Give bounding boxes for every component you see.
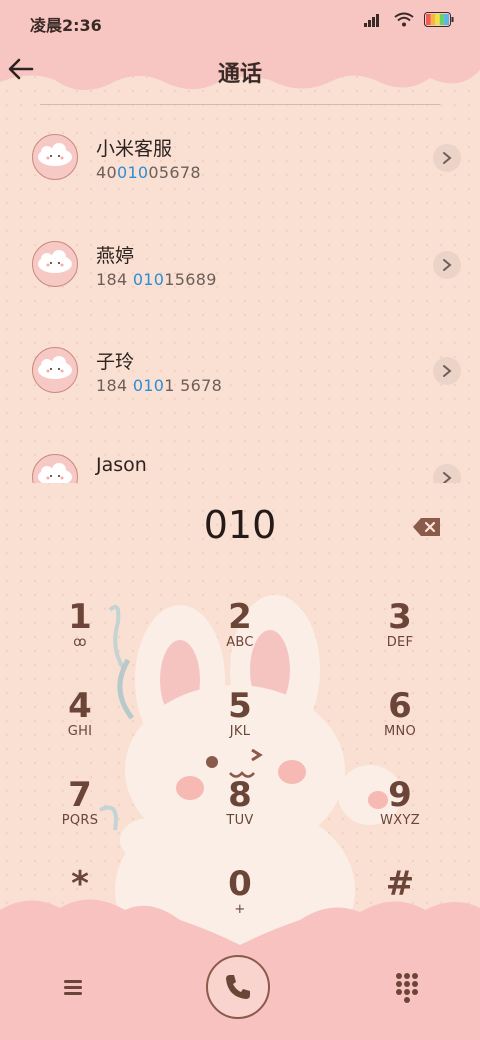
contact-number: 4001005678 [96,163,201,182]
page-title: 通话 [217,62,262,87]
chevron-right-icon[interactable] [433,464,461,483]
key-2[interactable]: 2 ABC [180,597,300,677]
menu-icon[interactable] [58,972,88,1002]
contact-item[interactable]: 小米客服 4001005678 [0,110,480,210]
key-8[interactable]: 8 TUV [180,775,300,855]
chevron-right-icon[interactable] [433,251,461,279]
key-1[interactable]: 1ꝏ [20,597,140,677]
phone-icon [226,975,250,999]
key-7[interactable]: 7 PQRS [20,775,140,855]
voicemail-icon: ꝏ [73,635,87,650]
contact-number: 184 01015689 [96,270,217,289]
header: 通话 [0,46,480,96]
dialpad-icon[interactable] [392,970,422,1004]
bottom-bar [0,950,480,1040]
backspace-icon[interactable] [412,516,442,538]
signal-icon [364,13,379,27]
chevron-right-icon[interactable] [433,357,461,385]
status-bar: 凌晨2:36 [0,0,480,44]
key-4[interactable]: 4 GHI [20,686,140,766]
wifi-icon [394,12,414,27]
key-5[interactable]: 5 JKL [180,686,300,766]
avatar [32,134,78,180]
contact-name: Jason [96,454,147,476]
contact-item[interactable]: 子玲 184 0101 5678 [0,323,480,423]
battery-icon [424,12,454,27]
contact-name: 燕婷 [96,245,135,267]
avatar [32,454,78,483]
chevron-right-icon[interactable] [433,144,461,172]
contact-name: 子玲 [96,351,135,373]
avatar [32,241,78,287]
contact-list: 小米客服 4001005678 燕婷 184 01015689 子玲 184 0… [0,110,480,483]
contact-number: 184 0101 5678 [96,376,223,395]
key-6[interactable]: 6 MNO [340,686,460,766]
contact-item[interactable]: Jason [0,430,480,483]
key-9[interactable]: 9 WXYZ [340,775,460,855]
key-3[interactable]: 3 DEF [340,597,460,677]
contact-name: 小米客服 [96,138,173,160]
call-button[interactable] [206,955,270,1019]
contact-item[interactable]: 燕婷 184 01015689 [0,217,480,317]
status-time: 凌晨2:36 [30,16,102,35]
dialed-number: 010 [203,503,277,547]
avatar [32,347,78,393]
divider [40,104,440,105]
